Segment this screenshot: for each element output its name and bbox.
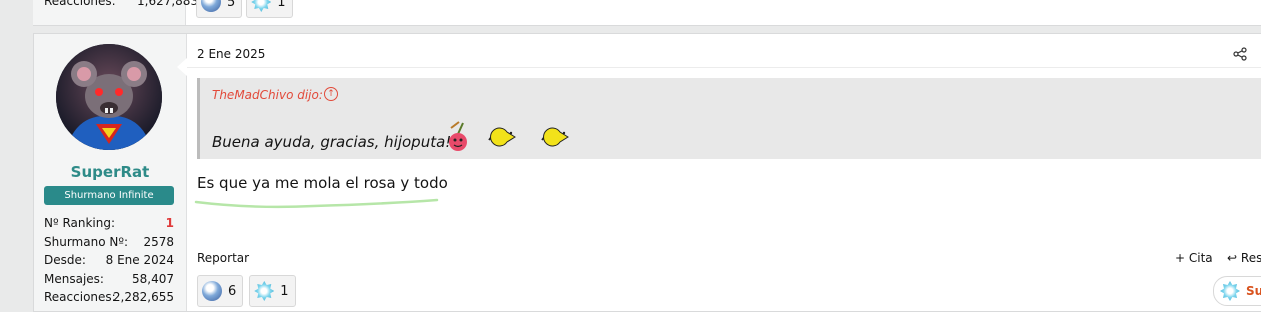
stat-value: 2578 (143, 234, 174, 249)
pacman-smiley-icon (541, 127, 569, 147)
reaction-count: 1 (277, 0, 286, 10)
stat-label: Mensajes: (44, 271, 104, 286)
orb-icon (202, 281, 222, 301)
share-icon[interactable] (1233, 47, 1247, 61)
user-column-arrow (177, 58, 187, 76)
post-header-divider (187, 67, 1261, 68)
gem-icon (1220, 281, 1240, 301)
post-date[interactable]: 2 Ene 2025 (197, 47, 265, 61)
plus-icon: + (1175, 251, 1186, 265)
stat-value: 8 Ene 2024 (105, 253, 174, 267)
orb-icon (201, 0, 221, 12)
quote-author[interactable]: TheMadChivo dijo: (212, 88, 323, 102)
rat-avatar-image (56, 44, 162, 150)
stat-label: Reacciones: (44, 290, 116, 304)
reaction-chip[interactable]: 6 (197, 275, 244, 307)
previous-post-user-column: Reacciones: 1,627,883 (33, 0, 198, 25)
previous-post-reactions: 5 1 (196, 0, 293, 18)
reaction-chip[interactable]: 1 (246, 0, 293, 18)
reply-icon: ↩ (1227, 251, 1238, 265)
sup-label: Sup (1246, 284, 1261, 298)
quote-button-label: Cita (1188, 251, 1213, 265)
reaction-count: 5 (227, 0, 236, 10)
gem-icon (251, 0, 272, 12)
reaction-chip[interactable]: 5 (196, 0, 243, 18)
stat-label: Desde: (44, 253, 86, 267)
reply-button[interactable]: ↩ Res (1227, 251, 1261, 265)
stat-since: Desde: 8 Ene 2024 (44, 251, 174, 270)
stat-value: 1,627,883 (137, 0, 199, 8)
stat-shurmano-number: Shurmano Nº: 2578 (44, 233, 174, 252)
previous-post-stat: Reacciones: 1,627,883 (44, 0, 198, 8)
stat-ranking: Nº Ranking: 1 (44, 214, 174, 233)
reaction-chip[interactable]: 1 (249, 275, 296, 307)
quote-button[interactable]: + Cita (1175, 251, 1213, 265)
stat-value: 2,282,655 (112, 290, 174, 304)
stat-value: 58,407 (132, 271, 174, 286)
stat-label: Nº Ranking: (44, 216, 116, 230)
quote-block: TheMadChivo dijo: ↑ Buena ayuda, gracias… (197, 78, 1261, 159)
reaction-count: 1 (280, 283, 289, 299)
avatar[interactable] (56, 44, 162, 150)
reply-button-label: Res (1240, 251, 1261, 265)
report-link[interactable]: Reportar (197, 251, 249, 265)
post-body-text: Es que ya me mola el rosa y todo (197, 174, 448, 192)
pacman-smiley-icon (488, 127, 516, 147)
stat-messages: Mensajes: 58,407 (44, 270, 174, 289)
user-stats: Nº Ranking: 1 Shurmano Nº: 2578 Desde: 8… (44, 214, 174, 307)
cherry-smiley-icon (449, 121, 467, 151)
text-underline-decoration (194, 198, 439, 209)
username[interactable]: SuperRat (34, 163, 186, 181)
user-column: SuperRat Shurmano Infinite Nº Ranking: 1… (34, 34, 187, 311)
stat-label: Shurmano Nº: (44, 234, 129, 249)
sup-reaction-button[interactable]: Sup (1213, 276, 1261, 306)
post: SuperRat Shurmano Infinite Nº Ranking: 1… (33, 33, 1261, 312)
stat-reactions: Reacciones: 2,282,655 (44, 288, 174, 307)
quote-text: Buena ayuda, gracias, hijoputa! (212, 133, 452, 151)
post-reactions: 6 1 (197, 275, 296, 307)
user-title-badge: Shurmano Infinite (44, 186, 174, 205)
gem-icon (254, 281, 275, 301)
stat-value: 1 (165, 216, 174, 230)
arrow-up-icon[interactable]: ↑ (324, 87, 338, 101)
reaction-count: 6 (228, 283, 237, 299)
previous-post: Reacciones: 1,627,883 5 1 (33, 0, 1261, 26)
stat-label: Reacciones: (44, 0, 116, 8)
